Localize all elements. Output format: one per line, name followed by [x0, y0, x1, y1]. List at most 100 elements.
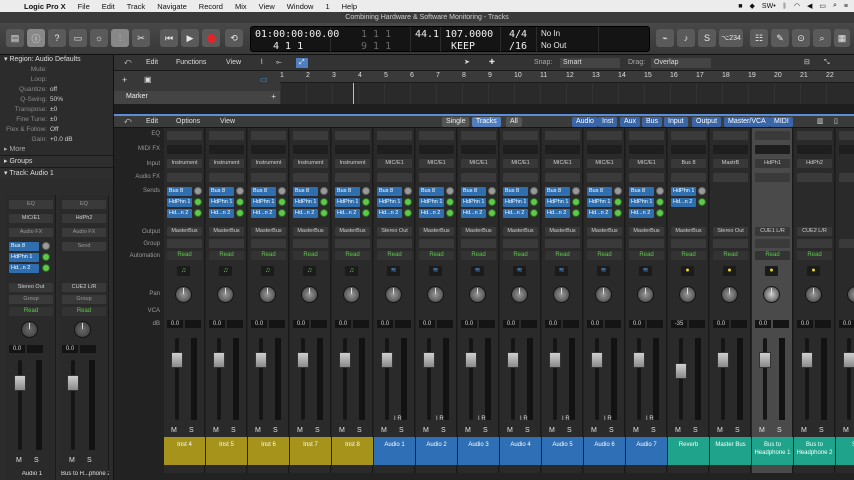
output-slot[interactable]: MasterBus — [629, 227, 664, 236]
send-level-knob[interactable] — [572, 187, 580, 195]
tracks-view-menu[interactable]: View — [226, 58, 241, 68]
channel-name[interactable]: Bus to Headphone 2 — [794, 437, 835, 465]
volume-fader[interactable] — [507, 352, 519, 368]
toolbar-icon[interactable]: ▭ — [69, 29, 87, 47]
midi-fx-slot[interactable] — [755, 145, 790, 154]
group-slot[interactable] — [797, 239, 832, 248]
send-slot[interactable]: Hd...n 2 — [587, 209, 612, 218]
pan-knob[interactable] — [679, 286, 696, 303]
filter-inst-button[interactable]: Inst — [598, 117, 618, 127]
mixer-edit-menu[interactable]: Edit — [146, 117, 158, 127]
add-marker-icon[interactable]: + — [271, 92, 276, 101]
send-slot[interactable]: Hd...n 2 — [335, 209, 360, 218]
region-param-row[interactable]: Flex & Follow: Off — [0, 125, 113, 135]
send-level-knob[interactable] — [362, 209, 370, 217]
pan-knob[interactable] — [259, 286, 276, 303]
fader-track[interactable] — [847, 338, 851, 420]
audio-fx-slot[interactable] — [209, 173, 244, 182]
input-slot[interactable]: MIC/E1 — [461, 159, 496, 168]
lcd-display[interactable]: 01:00:00:00.00 4 1 1 1 1 1 9 1 1 44.1 10… — [250, 26, 650, 53]
db-value[interactable]: 0.0 — [62, 345, 78, 353]
output-slot[interactable]: MasterBus — [671, 227, 706, 236]
filter-input-button[interactable]: Input — [664, 117, 688, 127]
solo-button[interactable]: S — [609, 427, 614, 434]
channel-name[interactable]: Inst 6 — [248, 437, 289, 465]
solo-button[interactable]: S — [735, 427, 740, 434]
audio-fx-slot[interactable] — [461, 173, 496, 182]
db-value[interactable]: 0.0 — [251, 320, 267, 328]
input-slot[interactable]: Instrument — [293, 159, 328, 168]
fader-track[interactable] — [18, 360, 22, 450]
input-slot[interactable]: Bus 8 — [671, 159, 706, 168]
input-slot[interactable]: Instrument — [335, 159, 370, 168]
filter-mastervca-button[interactable]: Master/VCA — [724, 117, 770, 127]
more-toggle[interactable]: ▸ More — [0, 145, 113, 155]
input-record-buttons[interactable]: I R — [520, 416, 528, 422]
pan-knob[interactable] — [721, 286, 738, 303]
send-level-knob[interactable] — [404, 187, 412, 195]
automation-mode[interactable]: Read — [713, 251, 748, 260]
output-slot[interactable]: Stereo Out — [377, 227, 412, 236]
automation-mode[interactable]: Read — [251, 251, 286, 260]
group-slot[interactable] — [545, 239, 580, 248]
channel-name[interactable]: Bus to Headphone 1 — [752, 437, 793, 465]
send-slot[interactable]: HdPhn 1 — [629, 198, 654, 207]
smart-controls-icon[interactable]: ☼ — [90, 29, 108, 47]
audio-fx-slot[interactable] — [713, 173, 748, 182]
db-value[interactable]: 0.0 — [755, 320, 771, 328]
db-value[interactable]: 0.0 — [587, 320, 603, 328]
input-slot[interactable]: HdPh2 — [797, 159, 832, 168]
output-slot[interactable]: MasterBus — [293, 227, 328, 236]
automation-mode[interactable]: Read — [461, 251, 496, 260]
menu-edit[interactable]: Edit — [96, 2, 121, 11]
channel-name[interactable]: Inst 5 — [206, 437, 247, 465]
group-slot[interactable] — [251, 239, 286, 248]
inspector-icon[interactable]: ⓘ — [27, 29, 45, 47]
menu-track[interactable]: Track — [121, 2, 151, 11]
group-slot[interactable] — [293, 239, 328, 248]
send-level-knob[interactable] — [194, 209, 202, 217]
volume-fader[interactable] — [759, 352, 771, 368]
eq-slot[interactable] — [503, 131, 538, 140]
midi-fx-slot[interactable] — [209, 145, 244, 154]
mute-button[interactable]: M — [717, 427, 723, 434]
solo-button[interactable]: S — [87, 457, 92, 464]
marker-track[interactable]: Marker + — [114, 91, 280, 104]
automation-mode[interactable]: Read — [629, 251, 664, 260]
send-level-knob[interactable] — [194, 198, 202, 206]
battery-icon[interactable]: ▭ — [819, 2, 826, 10]
solo-button[interactable]: S — [777, 427, 782, 434]
output-slot[interactable]: MasterBus — [209, 227, 244, 236]
expand-icon[interactable]: ⤡ — [824, 58, 830, 68]
solo-button[interactable]: S — [34, 457, 39, 464]
send-slot[interactable]: HdPhn 1 — [419, 198, 444, 207]
output-slot[interactable]: MasterBus — [503, 227, 538, 236]
fader-track[interactable] — [679, 338, 683, 420]
send-level-knob[interactable] — [698, 198, 706, 206]
send-slot[interactable]: Hd...n 2 — [503, 209, 528, 218]
db-value[interactable]: 0.0 — [419, 320, 435, 328]
fader-track[interactable] — [469, 338, 473, 420]
single-view-button[interactable]: Single — [442, 117, 470, 127]
input-slot[interactable]: MIC/E1 — [503, 159, 538, 168]
audio-fx-slot[interactable] — [839, 173, 854, 182]
send-slot[interactable]: Bus 8 — [335, 187, 360, 196]
output-slot[interactable]: Stereo Out — [713, 227, 748, 236]
input-slot[interactable]: HdPh2 — [62, 214, 106, 223]
menu-mix[interactable]: Mix — [229, 2, 253, 11]
pan-knob[interactable] — [301, 286, 318, 303]
send-level-knob[interactable] — [488, 187, 496, 195]
tracks-edit-menu[interactable]: Edit — [146, 58, 158, 68]
output-slot[interactable]: MasterBus — [545, 227, 580, 236]
channel-name[interactable]: Reverb — [668, 437, 709, 465]
output-slot[interactable]: CUE2 L/R — [797, 227, 832, 236]
eq-slot[interactable] — [629, 131, 664, 140]
send-slot[interactable]: Bus 8 — [629, 187, 654, 196]
midi-fx-slot[interactable] — [419, 145, 454, 154]
fader-track[interactable] — [721, 338, 725, 420]
region-param-row[interactable]: Q-Swing: 50% — [0, 95, 113, 105]
midi-fx-slot[interactable] — [461, 145, 496, 154]
send-slot[interactable]: HdPhn 1 — [587, 198, 612, 207]
drag-select[interactable]: Overlap — [651, 58, 711, 68]
input-slot[interactable]: MIC/E1 — [377, 159, 412, 168]
